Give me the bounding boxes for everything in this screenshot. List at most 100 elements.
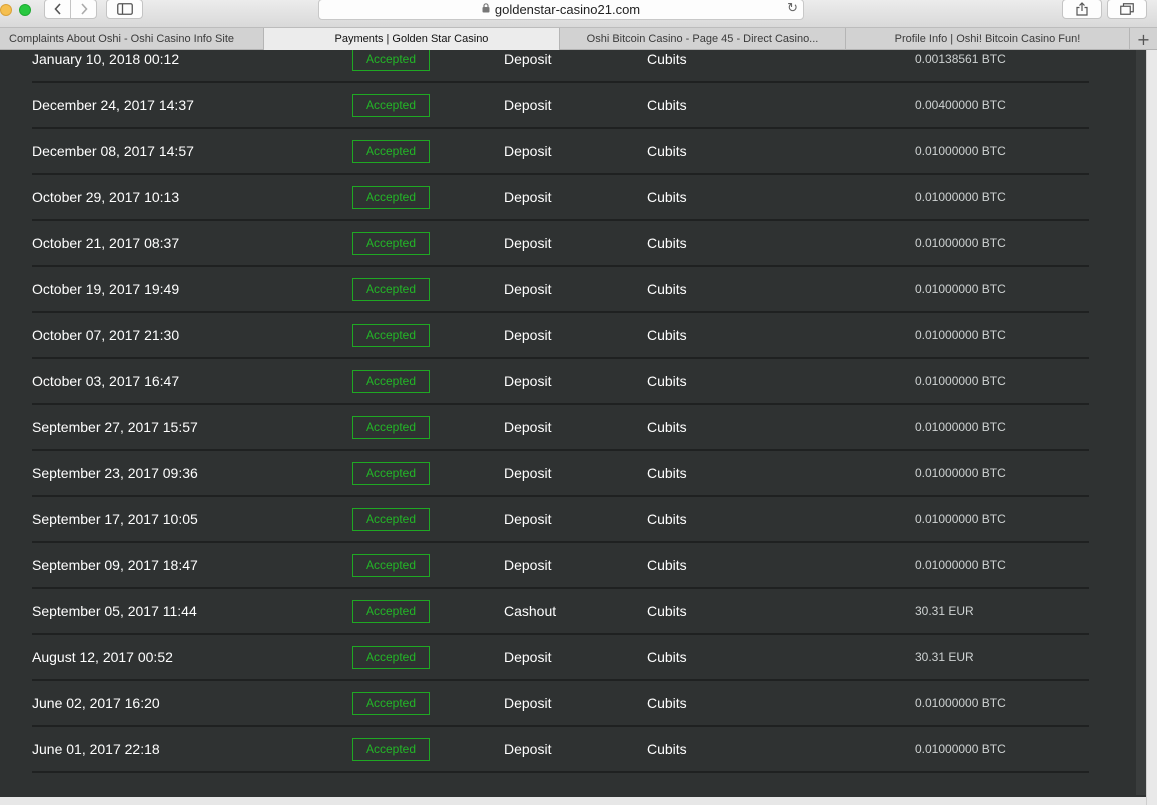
minimize-window-button[interactable] [0,4,12,16]
payment-type: Cashout [504,603,557,619]
tab-payments-golden-star[interactable]: Payments | Golden Star Casino [264,28,560,50]
tab-oshi-bitcoin-page-45[interactable]: Oshi Bitcoin Casino - Page 45 - Direct C… [560,28,846,50]
page-right-edge [1136,50,1146,795]
table-row: October 03, 2017 16:47 Accepted Deposit Cub… [32,359,1089,405]
sidebar-icon [116,3,133,15]
status-cell: Accepted [352,313,430,357]
status-badge: Accepted [352,691,430,715]
payment-date: October 19, 2017 19:49 [32,281,180,297]
payment-date: September 05, 2017 11:44 [32,603,197,619]
browser-toolbar: goldenstar-casino21.com ↻ [0,0,1157,27]
status-cell: Accepted [352,50,430,81]
payment-amount: 30.31 EUR [915,604,974,618]
address-bar[interactable]: goldenstar-casino21.com ↻ [318,0,804,20]
payment-date: June 02, 2017 16:20 [32,695,160,711]
status-cell: Accepted [352,129,430,173]
new-tab-button[interactable]: + [1130,28,1157,50]
payment-type: Deposit [504,557,552,573]
status-cell: Accepted [352,83,430,127]
payment-type: Deposit [504,235,552,251]
payment-method: Cubits [647,557,687,573]
payment-type: Deposit [504,97,552,113]
payment-type: Deposit [504,511,552,527]
status-cell: Accepted [352,543,430,587]
status-badge: Accepted [352,507,430,531]
sidebar-toggle-button[interactable] [106,0,143,19]
payment-method: Cubits [647,235,687,251]
payment-date: December 24, 2017 14:37 [32,97,194,113]
payments-page: January 10, 2018 00:12 Accepted Deposit Cub… [0,50,1146,805]
payment-method: Cubits [647,741,687,757]
status-badge: Accepted [352,737,430,761]
chevron-left-icon [53,3,61,15]
payment-type: Deposit [504,465,552,481]
table-row: September 17, 2017 10:05 Accepted Deposit C… [32,497,1089,543]
payment-method: Cubits [647,327,687,343]
payment-type: Deposit [504,327,552,343]
payment-method: Cubits [647,51,687,67]
tab-label: Profile Info | Oshi! Bitcoin Casino Fun! [894,33,1081,45]
status-badge: Accepted [352,553,430,577]
payment-date: December 08, 2017 14:57 [32,143,194,159]
payment-method: Cubits [647,281,687,297]
page-bottom-edge [0,797,1146,805]
tab-overview-button[interactable] [1107,0,1147,19]
payment-amount: 0.01000000 BTC [915,374,1006,388]
back-button[interactable] [45,0,70,18]
payment-method: Cubits [647,373,687,389]
tab-overview-icon [1120,3,1134,15]
payment-date: September 23, 2017 09:36 [32,465,198,481]
table-row: September 05, 2017 11:44 Accepted Cashout C… [32,589,1089,635]
table-row: October 21, 2017 08:37 Accepted Deposit Cub… [32,221,1089,267]
status-badge: Accepted [352,185,430,209]
payment-date: June 01, 2017 22:18 [32,741,160,757]
payment-amount: 0.00138561 BTC [915,52,1006,66]
status-badge: Accepted [352,277,430,301]
payment-method: Cubits [647,189,687,205]
status-badge: Accepted [352,323,430,347]
status-cell: Accepted [352,175,430,219]
payment-amount: 0.01000000 BTC [915,328,1006,342]
payment-method: Cubits [647,649,687,665]
table-row: December 24, 2017 14:37 Accepted Deposit Cu… [32,83,1089,129]
payment-method: Cubits [647,97,687,113]
tab-label: Complaints About Oshi - Oshi Casino Info… [9,33,234,45]
payment-amount: 30.31 EUR [915,650,974,664]
zoom-window-button[interactable] [19,4,31,16]
status-badge: Accepted [352,645,430,669]
payment-type: Deposit [504,189,552,205]
payment-type: Deposit [504,51,552,67]
payment-date: January 10, 2018 00:12 [32,51,180,67]
payment-type: Deposit [504,419,552,435]
payment-amount: 0.01000000 BTC [915,236,1006,250]
status-badge: Accepted [352,93,430,117]
plus-icon: + [1136,29,1151,49]
payment-amount: 0.00400000 BTC [915,98,1006,112]
share-button[interactable] [1062,0,1102,19]
tab-complaints-oshi[interactable]: Complaints About Oshi - Oshi Casino Info… [0,28,264,50]
table-row: January 10, 2018 00:12 Accepted Deposit Cub… [32,50,1089,83]
payment-method: Cubits [647,143,687,159]
payment-date: October 07, 2017 21:30 [32,327,180,343]
table-row: June 01, 2017 22:18 Accepted Deposit Cubits… [32,727,1089,773]
payment-amount: 0.01000000 BTC [915,420,1006,434]
page-scrollbar[interactable] [1146,50,1157,805]
payment-type: Deposit [504,741,552,757]
payment-amount: 0.01000000 BTC [915,466,1006,480]
status-cell: Accepted [352,451,430,495]
status-cell: Accepted [352,681,430,725]
tab-profile-info-oshi[interactable]: Profile Info | Oshi! Bitcoin Casino Fun! [846,28,1130,50]
reload-icon[interactable]: ↻ [787,1,798,16]
tab-label: Oshi Bitcoin Casino - Page 45 - Direct C… [586,33,819,45]
payment-amount: 0.01000000 BTC [915,696,1006,710]
status-badge: Accepted [352,139,430,163]
table-row: September 23, 2017 09:36 Accepted Deposit C… [32,451,1089,497]
table-row: October 19, 2017 19:49 Accepted Deposit Cub… [32,267,1089,313]
forward-button[interactable] [70,0,96,18]
table-row: September 09, 2017 18:47 Accepted Deposit C… [32,543,1089,589]
status-badge: Accepted [352,461,430,485]
payment-method: Cubits [647,511,687,527]
status-cell: Accepted [352,635,430,679]
chevron-right-icon [80,3,88,15]
payment-method: Cubits [647,603,687,619]
